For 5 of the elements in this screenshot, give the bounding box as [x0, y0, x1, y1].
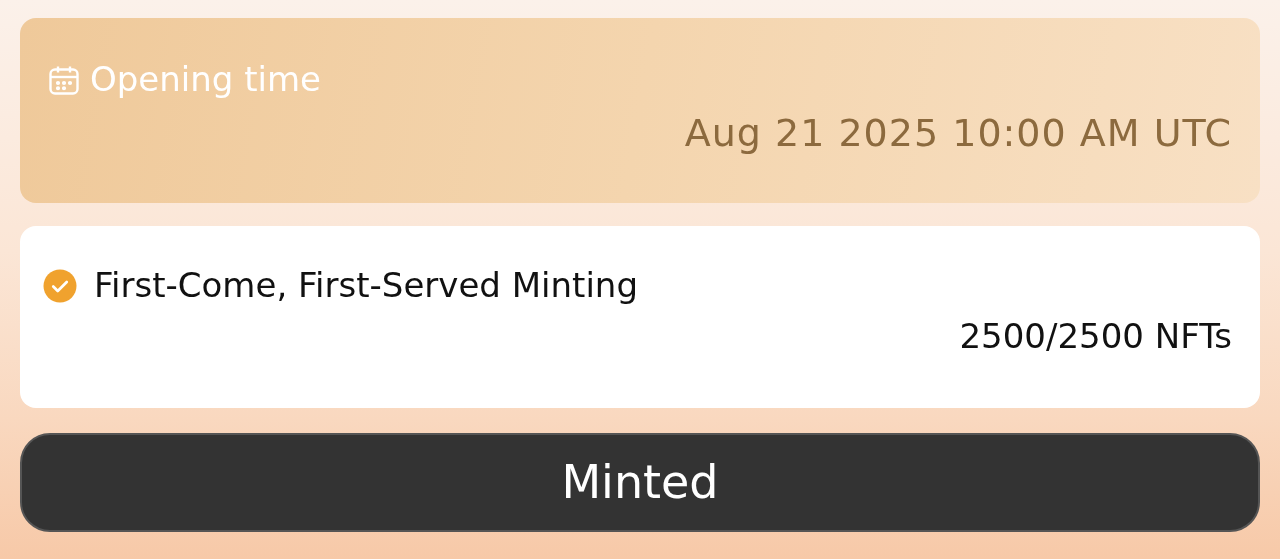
opening-time-label: Opening time [90, 58, 321, 101]
minted-button[interactable]: Minted [20, 433, 1260, 532]
opening-time-value: Aug 21 2025 10:00 AM UTC [684, 111, 1232, 155]
phase-title: First-Come, First-Served Minting [94, 264, 638, 307]
mint-count: 2500/2500 NFTs [959, 316, 1232, 356]
